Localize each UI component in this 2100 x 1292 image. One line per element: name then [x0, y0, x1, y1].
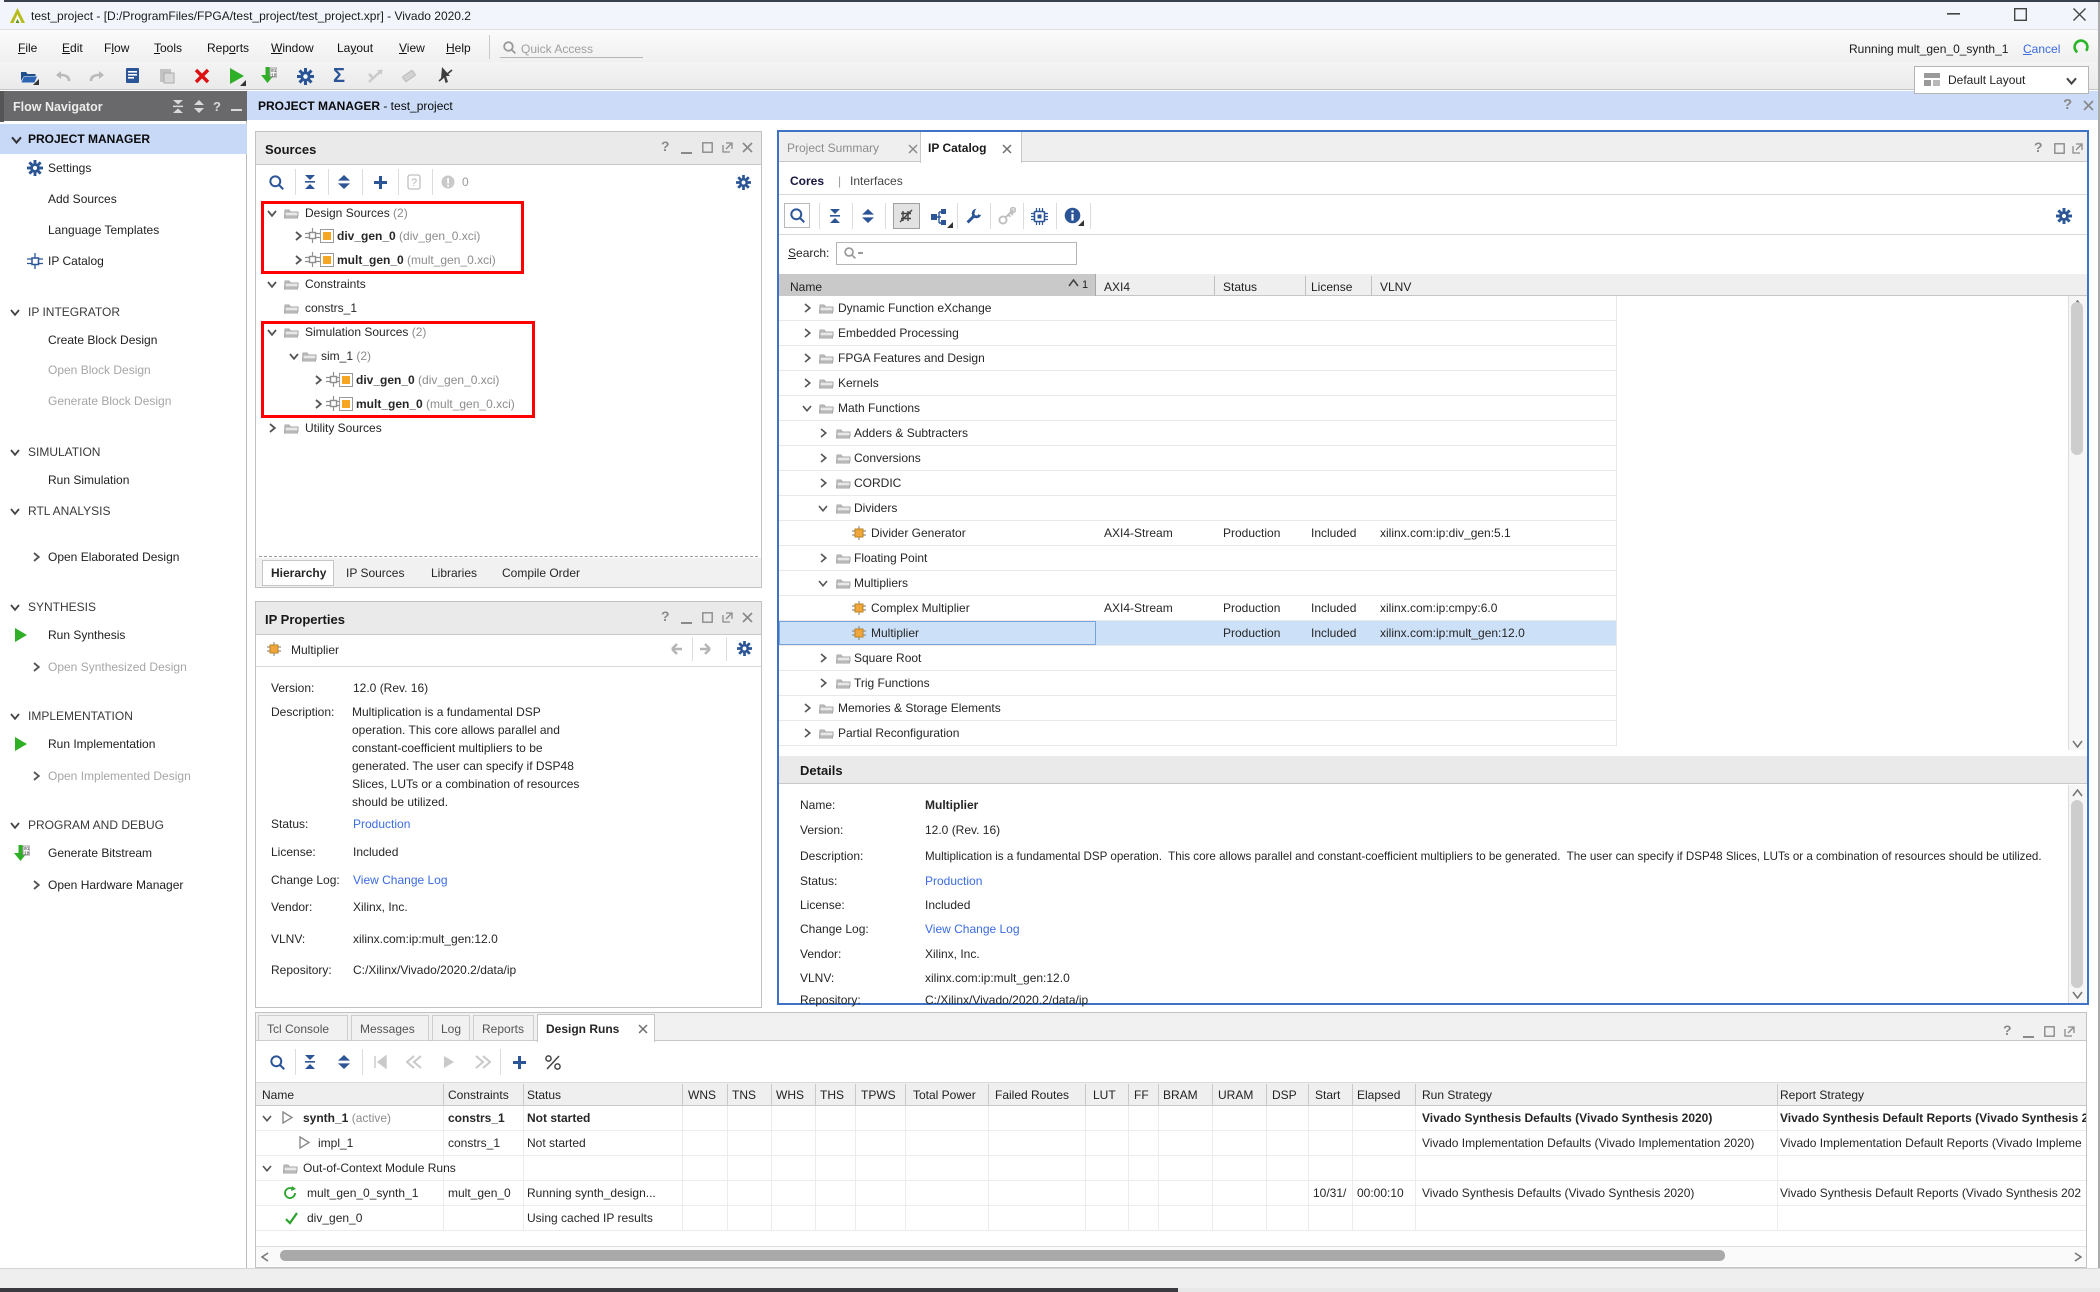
svg-text:10: 10: [24, 851, 30, 857]
svg-text:?: ?: [411, 177, 417, 189]
svg-text:10: 10: [271, 73, 277, 79]
